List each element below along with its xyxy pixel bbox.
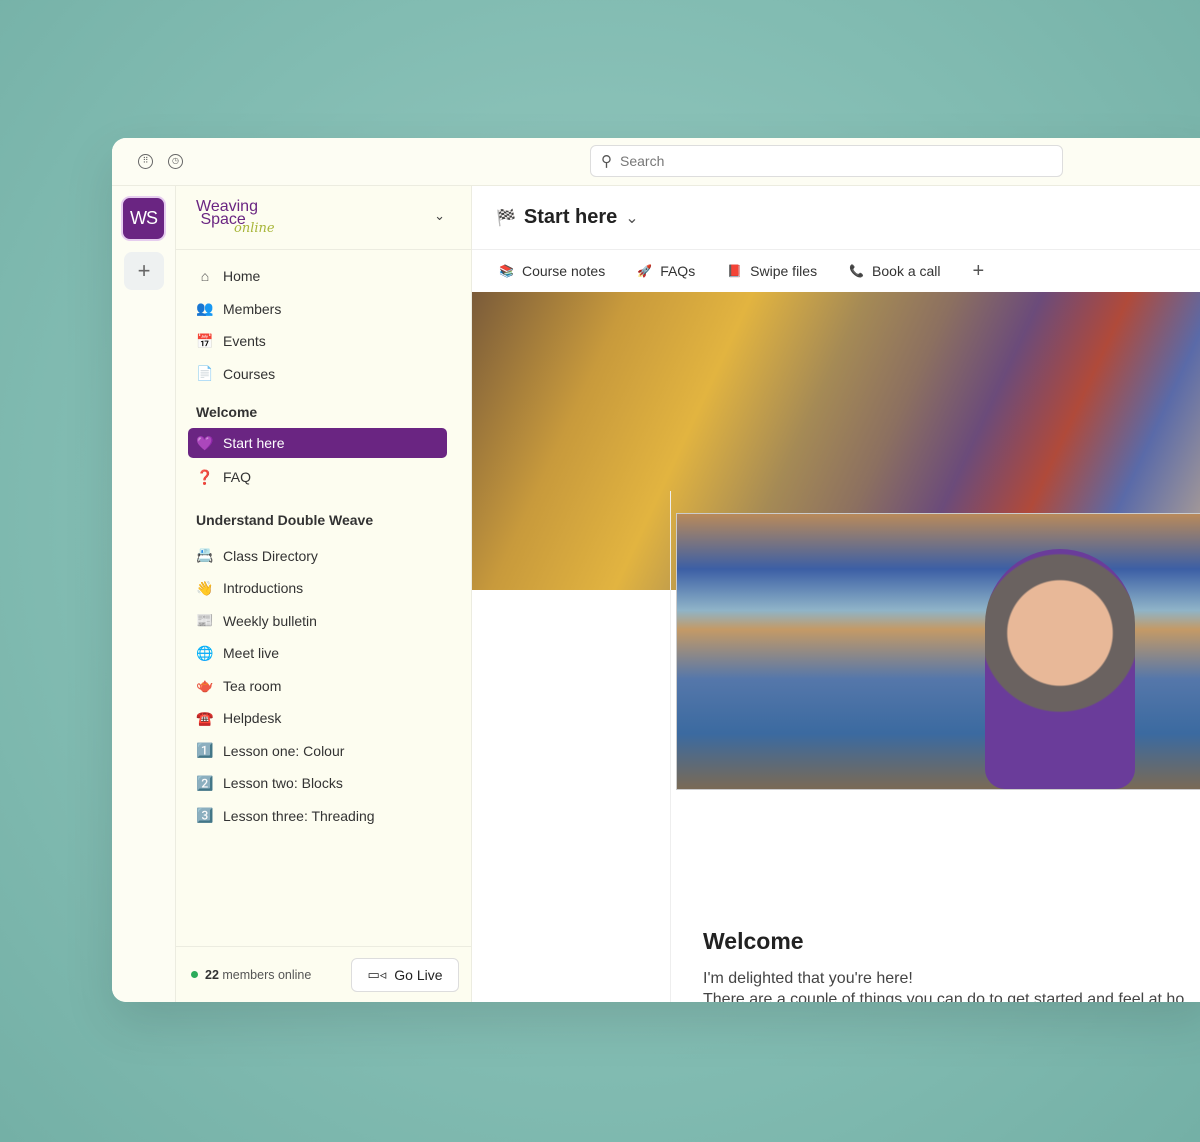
sidebar-item-label: Tea room [223,677,282,694]
tab-icon: 📕 [727,264,743,278]
workspace-rail: WS + [112,186,176,1002]
sidebar-footer: 22 members online ▭◃ Go Live [176,946,471,1002]
sidebar-item-start-here[interactable]: 💜 Start here [188,428,447,458]
go-live-label: Go Live [394,967,443,983]
item-icon: ☎️ [196,709,214,726]
tab-swipe-files[interactable]: 📕 Swipe files [727,263,817,279]
sidebar-item-meet-live[interactable]: 🌐 Meet live [188,637,447,670]
item-icon: 1️⃣ [196,742,214,759]
item-icon: 📅 [196,332,214,349]
members-online[interactable]: 22 members online [205,968,311,982]
sidebar-item-members[interactable]: 👥 Members [188,293,447,326]
sidebar-item-label: FAQ [223,469,252,486]
sidebar-item-label: Meet live [223,645,280,662]
go-live-button[interactable]: ▭◃ Go Live [351,958,459,992]
online-indicator [191,971,198,978]
sidebar-item-label: Lesson two: Blocks [223,775,343,792]
tab-faqs[interactable]: 🚀 FAQs [637,263,695,279]
section-heading: Welcome [196,404,258,420]
welcome-line: I'm delighted that you're here! [703,970,913,987]
item-icon: 📄 [196,365,214,382]
sidebar-item-lesson-two-blocks[interactable]: 2️⃣ Lesson two: Blocks [188,767,447,800]
page-title[interactable]: Start here [524,206,617,229]
sidebar-item-label: Courses [223,365,276,382]
tab-icon: 📞 [849,264,865,278]
sidebar-item-label: Helpdesk [223,710,282,727]
item-icon: 📰 [196,612,214,629]
sidebar-item-tea-room[interactable]: 🫖 Tea room [188,670,447,703]
tab-book-a-call[interactable]: 📞 Book a call [849,263,940,279]
tab-label: FAQs [660,263,696,279]
sidebar-item-lesson-one-colour[interactable]: 1️⃣ Lesson one: Colour [188,735,447,768]
brand-header[interactable]: Weaving Space online ⌄ [176,186,471,250]
sidebar-item-events[interactable]: 📅 Events [188,325,447,358]
app-window: ⠿ ◷ ⚲ Search WS + Weaving Space online ⌄ … [112,138,1200,1002]
brand-logo: Weaving Space online [196,198,275,236]
sidebar-nav: ⌂ Home 👥 Members 📅 Events 📄 Courses Welcome 💜 Star… [188,260,447,832]
item-icon: 🫖 [196,677,214,694]
tab-label: Swipe files [750,263,818,279]
sidebar-item-label: Start here [223,435,285,451]
sidebar-item-class-directory[interactable]: 📇 Class Directory [188,540,447,573]
chevron-down-icon[interactable]: ⌄ [434,208,445,224]
sidebar-item-lesson-three-threading[interactable]: 3️⃣ Lesson three: Threading [188,800,447,833]
sidebar: Weaving Space online ⌄ ⌂ Home 👥 Members 📅 Even… [176,186,472,1002]
sidebar-item-label: Introductions [223,580,304,597]
tab-label: Book a call [872,263,941,279]
item-icon: ❓ [196,468,214,485]
search-icon: ⚲ [601,153,612,170]
top-bar: ⠿ ◷ ⚲ Search [112,138,1200,186]
welcome-video[interactable] [676,513,1200,790]
item-icon: 👥 [196,300,214,317]
item-icon: ⌂ [200,268,210,285]
sidebar-item-home[interactable]: ⌂ Home [188,260,447,293]
item-icon: 💜 [196,434,214,451]
sidebar-item-faq[interactable]: ❓ FAQ [188,461,447,494]
clock-icon[interactable]: ◷ [168,154,183,169]
sidebar-item-label: Lesson three: Threading [223,807,375,824]
sidebar-item-label: Events [223,333,266,350]
sidebar-item-helpdesk[interactable]: ☎️ Helpdesk [188,702,447,735]
tab-icon: 📚 [499,264,514,278]
tab-icon: 🚀 [637,264,653,278]
search-input[interactable]: ⚲ Search [590,145,1063,177]
sidebar-item-label: Weekly bulletin [223,612,317,629]
item-icon: 👋 [196,579,214,596]
sidebar-item-label: Home [223,268,261,285]
section-heading: Understand Double Weave [196,511,374,528]
welcome-body: I'm delighted that you're here! There ar… [703,968,1184,1002]
search-placeholder: Search [620,153,665,169]
add-workspace-button[interactable]: + [124,252,164,290]
tab-bar: 📚 Course notes 🚀 FAQs 📕 Swipe files 📞 Book a ca… [472,250,1200,292]
space-header: 🏁 Start here ⌄ [472,186,1200,250]
video-camera-icon: ▭◃ [367,967,387,982]
add-tab-button[interactable]: + [973,260,985,283]
main-content: 🏁 Start here ⌄ 📚 Course notes 🚀 FAQs 📕 Swipe … [472,186,1200,1002]
tab-label: Course notes [521,263,606,279]
chevron-down-icon[interactable]: ⌄ [625,208,638,228]
item-icon: 📇 [196,547,214,564]
sidebar-item-label: Class Directory [223,547,318,564]
item-icon: 🌐 [196,644,214,661]
welcome-title: Welcome [703,928,804,954]
sidebar-item-introductions[interactable]: 👋 Introductions [188,572,447,605]
item-icon: 3️⃣ [196,807,214,824]
sidebar-item-weekly-bulletin[interactable]: 📰 Weekly bulletin [188,605,447,638]
workspace-avatar[interactable]: WS [121,196,166,241]
welcome-line: There are a couple of things you can do … [703,991,1185,1002]
item-icon: 2️⃣ [196,774,214,791]
tab-course-notes[interactable]: 📚 Course notes [499,263,605,279]
sidebar-item-label: Members [223,300,282,317]
grid-circle-icon[interactable]: ⠿ [138,154,153,169]
checkered-flag-icon: 🏁 [496,209,516,227]
sidebar-item-label: Lesson one: Colour [223,742,345,759]
sidebar-item-courses[interactable]: 📄 Courses [188,358,447,391]
